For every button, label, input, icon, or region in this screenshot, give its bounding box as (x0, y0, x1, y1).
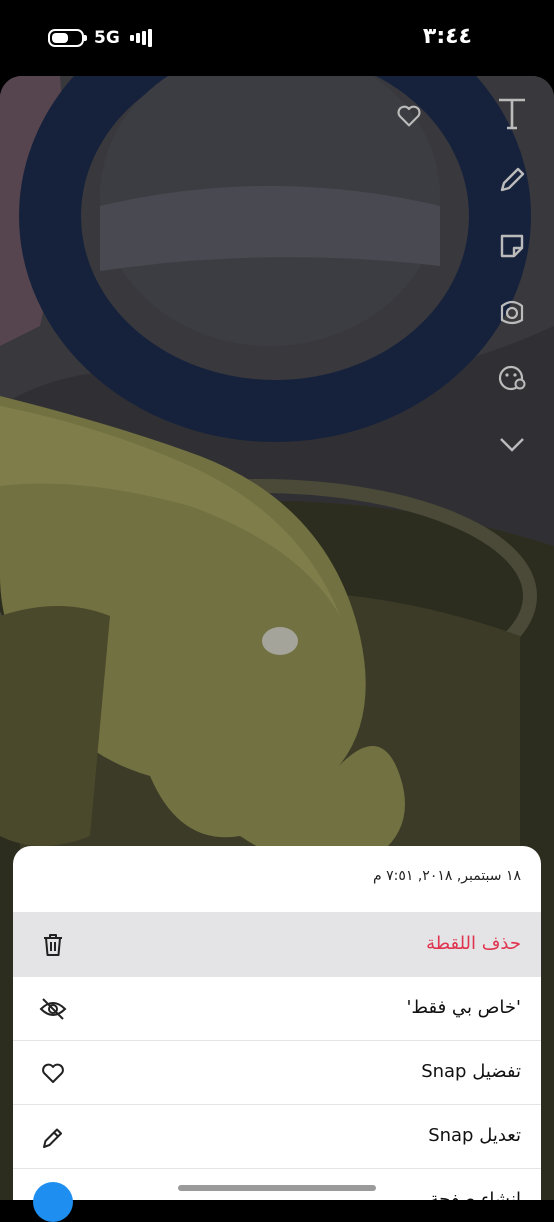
status-time: ٣:٤٤ (422, 24, 472, 49)
status-indicators: 5G (48, 26, 152, 50)
favorite-indicator-icon[interactable] (395, 102, 423, 130)
emoji-tool-icon[interactable] (494, 360, 530, 396)
favorite-snap-label: تفضيل Snap (421, 1061, 521, 1082)
edit-toolbar (492, 96, 532, 492)
battery-icon (48, 29, 87, 47)
heart-icon (39, 1059, 67, 1087)
pencil-icon (39, 1123, 67, 1151)
my-eyes-only-button[interactable]: 'خاص بي فقط' (13, 976, 541, 1040)
eye-slash-icon (39, 995, 67, 1023)
create-story-label: إنشاء صفحة ... (406, 1189, 521, 1200)
text-tool-icon[interactable] (494, 96, 530, 132)
edit-snap-label: تعديل Snap (428, 1125, 521, 1146)
network-label: 5G (94, 28, 120, 48)
home-indicator[interactable] (178, 1185, 376, 1191)
user-icon (33, 1182, 73, 1222)
my-eyes-only-label: 'خاص بي فقط' (406, 997, 521, 1018)
pencil-tool-icon[interactable] (494, 162, 530, 198)
action-sheet: ١٨ سبتمبر, ٢٠١٨, ٧:٥١ م حذف اللقطة 'خاص … (13, 846, 541, 1200)
sticker-tool-icon[interactable] (494, 228, 530, 264)
signal-icon (129, 29, 152, 47)
snap-date: ١٨ سبتمبر, ٢٠١٨, ٧:٥١ م (372, 868, 521, 884)
delete-snap-button[interactable]: حذف اللقطة (13, 912, 541, 976)
chevron-down-icon[interactable] (494, 426, 530, 462)
edit-snap-button[interactable]: تعديل Snap (13, 1104, 541, 1168)
scissors-tool-icon[interactable] (494, 294, 530, 330)
trash-icon (39, 931, 67, 959)
status-bar: 5G ٣:٤٤ (0, 0, 554, 76)
create-story-button[interactable]: إنشاء صفحة ... (13, 1168, 541, 1200)
delete-snap-label: حذف اللقطة (426, 933, 521, 954)
favorite-snap-button[interactable]: تفضيل Snap (13, 1040, 541, 1104)
